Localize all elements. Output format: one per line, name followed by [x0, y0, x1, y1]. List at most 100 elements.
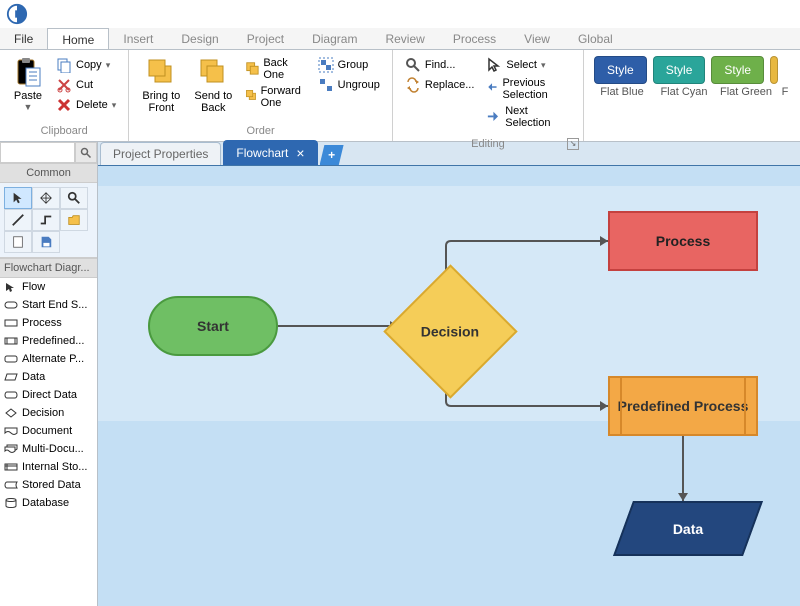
send-to-back-button[interactable]: Send to Back	[187, 54, 239, 116]
shape-search-button[interactable]	[75, 142, 97, 163]
select-button[interactable]: Select ▾	[484, 56, 573, 74]
ribbon: Paste ▼ Copy ▾ Cut Delete ▾	[0, 50, 800, 142]
group-icon	[318, 57, 334, 73]
shape-multidoc[interactable]: Multi-Docu...	[0, 440, 97, 458]
ribbon-group-clipboard: Paste ▼ Copy ▾ Cut Delete ▾	[0, 50, 129, 141]
panel-common-header[interactable]: Common	[0, 164, 97, 183]
line-tool[interactable]	[4, 209, 32, 231]
menu-insert[interactable]: Insert	[109, 28, 167, 49]
forward-one-button[interactable]: Forward One	[243, 84, 307, 110]
ribbon-group-order: Bring to Front Send to Back Back One For…	[129, 50, 393, 141]
ungroup-label: Ungroup	[338, 79, 380, 91]
style-partial-button[interactable]	[770, 56, 778, 84]
copy-label: Copy	[76, 59, 102, 71]
find-button[interactable]: Find...	[403, 56, 477, 74]
menu-home[interactable]: Home	[47, 28, 109, 49]
next-selection-button[interactable]: Next Selection	[484, 104, 573, 130]
copy-icon	[56, 57, 72, 73]
menu-diagram[interactable]: Diagram	[298, 28, 371, 49]
shape-document[interactable]: Document	[0, 422, 97, 440]
send-back-icon	[197, 56, 229, 88]
bring-front-icon	[145, 56, 177, 88]
menu-review[interactable]: Review	[371, 28, 438, 49]
menu-project[interactable]: Project	[233, 28, 298, 49]
shape-predefined[interactable]: Predefined...	[0, 332, 97, 350]
node-predefined[interactable]: Predefined Process	[608, 376, 758, 436]
shape-startend[interactable]: Start End S...	[0, 296, 97, 314]
prev-selection-button[interactable]: Previous Selection	[484, 76, 573, 102]
group-button[interactable]: Group	[316, 56, 382, 74]
tab-flowchart[interactable]: Flowchart×	[223, 140, 317, 165]
ribbon-group-styles: Style Style Style Flat Blue Flat Cyan Fl…	[584, 50, 800, 141]
dropdown-arrow-icon: ▾	[541, 60, 546, 71]
node-data[interactable]: Data	[613, 501, 763, 556]
send-back-label: Send to Back	[193, 90, 233, 114]
node-start[interactable]: Start	[148, 296, 278, 356]
bring-to-front-button[interactable]: Bring to Front	[135, 54, 187, 116]
paste-button[interactable]: Paste ▼	[6, 54, 50, 114]
shapes-panel: Common Flowchart Diagr... Flow Start End…	[0, 142, 98, 606]
menu-global[interactable]: Global	[564, 28, 627, 49]
pan-tool[interactable]	[32, 187, 60, 209]
forward-one-label: Forward One	[261, 85, 306, 109]
order-group-label: Order	[129, 123, 392, 141]
find-label: Find...	[425, 59, 456, 71]
ungroup-button[interactable]: Ungroup	[316, 76, 382, 94]
back-one-button[interactable]: Back One	[243, 56, 307, 82]
folder-tool[interactable]	[60, 209, 88, 231]
next-sel-label: Next Selection	[505, 105, 571, 129]
tab-project-properties[interactable]: Project Properties	[100, 142, 221, 165]
node-process[interactable]: Process	[608, 211, 758, 271]
shape-alternate[interactable]: Alternate P...	[0, 350, 97, 368]
shape-data[interactable]: Data	[0, 368, 97, 386]
ungroup-icon	[318, 77, 334, 93]
menu-process[interactable]: Process	[439, 28, 510, 49]
flowchart-section-header[interactable]: Flowchart Diagr...	[0, 258, 97, 278]
save-tool[interactable]	[32, 231, 60, 253]
zoom-tool[interactable]	[60, 187, 88, 209]
shape-process[interactable]: Process	[0, 314, 97, 332]
tool-grid	[0, 183, 97, 258]
search-icon	[80, 147, 92, 159]
pointer-tool[interactable]	[4, 187, 32, 209]
shape-database[interactable]: Database	[0, 494, 97, 512]
clipboard-group-label: Clipboard	[0, 123, 128, 141]
prev-selection-icon	[486, 81, 498, 97]
cut-label: Cut	[76, 79, 93, 91]
style-flat-blue-button[interactable]: Style	[594, 56, 647, 84]
paste-label: Paste	[14, 90, 42, 102]
page-tool[interactable]	[4, 231, 32, 253]
editing-group-label: Editing↘	[393, 136, 583, 154]
find-icon	[405, 57, 421, 73]
close-tab-icon[interactable]: ×	[296, 145, 304, 161]
menu-file[interactable]: File	[0, 28, 47, 49]
dropdown-arrow-icon: ▾	[106, 60, 111, 71]
dropdown-arrow-icon: ▼	[24, 102, 33, 112]
copy-button[interactable]: Copy ▾	[54, 56, 118, 74]
menu-view[interactable]: View	[510, 28, 564, 49]
style-flat-green-button[interactable]: Style	[711, 56, 764, 84]
shape-search-input[interactable]	[0, 142, 75, 163]
delete-button[interactable]: Delete ▾	[54, 96, 118, 114]
style-flat-cyan-button[interactable]: Style	[653, 56, 706, 84]
ribbon-group-editing: Find... Replace... Select ▾ Previous Sel…	[393, 50, 584, 141]
shape-flow[interactable]: Flow	[0, 278, 97, 296]
style-label-partial: F	[780, 86, 790, 98]
cut-button[interactable]: Cut	[54, 76, 118, 94]
shape-list: Flow Start End S... Process Predefined..…	[0, 278, 97, 606]
shape-direct-data[interactable]: Direct Data	[0, 386, 97, 404]
dialog-launcher-icon[interactable]: ↘	[567, 138, 579, 150]
app-logo	[6, 3, 28, 25]
diagram-canvas[interactable]: Start Decision Process Predefined Proces…	[98, 166, 800, 606]
forward-one-icon	[245, 89, 256, 105]
menu-design[interactable]: Design	[167, 28, 232, 49]
style-label-blue: Flat Blue	[594, 86, 650, 98]
back-one-label: Back One	[263, 57, 305, 81]
connector-tool[interactable]	[32, 209, 60, 231]
shape-internal[interactable]: Internal Sto...	[0, 458, 97, 476]
shape-stored[interactable]: Stored Data	[0, 476, 97, 494]
next-selection-icon	[486, 109, 501, 125]
add-tab-button[interactable]: +	[320, 145, 344, 165]
replace-button[interactable]: Replace...	[403, 76, 477, 94]
shape-decision[interactable]: Decision	[0, 404, 97, 422]
